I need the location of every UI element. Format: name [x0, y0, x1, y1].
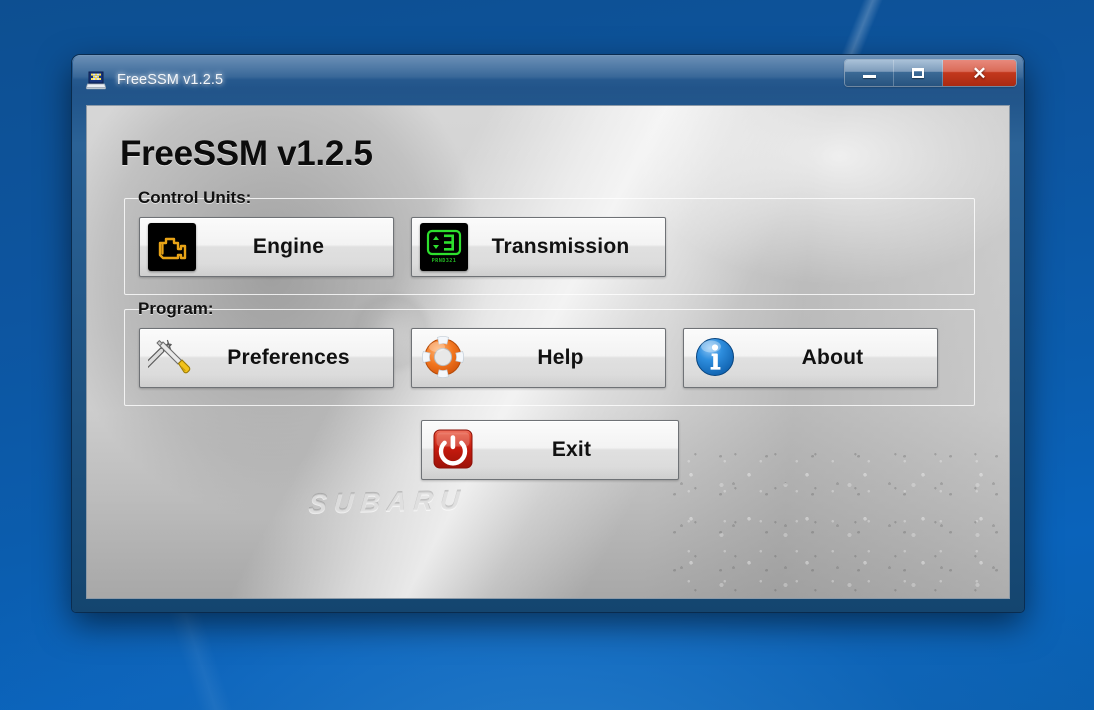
life-ring-icon: [420, 334, 468, 382]
help-button[interactable]: Help: [411, 328, 666, 388]
computer-checkered-icon: [85, 69, 107, 91]
maximize-icon: [912, 68, 924, 78]
info-circle-icon: [692, 334, 740, 382]
close-icon: ✕: [972, 63, 987, 83]
application-window: FreeSSM v1.2.5 ✕ SUBARU FreeSSM v1.2.5 C…: [72, 55, 1024, 612]
gear-indicator-icon: PRND321: [420, 223, 468, 271]
group-control-units-title: Control Units:: [138, 188, 252, 207]
desktop-background: FreeSSM v1.2.5 ✕ SUBARU FreeSSM v1.2.5 C…: [0, 0, 1094, 710]
help-button-label: Help: [537, 346, 584, 369]
transmission-button[interactable]: PRND321 Transmission: [411, 217, 666, 277]
group-program-title: Program:: [138, 299, 214, 318]
title-bar[interactable]: FreeSSM v1.2.5 ✕: [72, 55, 1024, 105]
window-controls: ✕: [845, 60, 1016, 86]
page-title: FreeSSM v1.2.5: [120, 134, 373, 173]
close-button[interactable]: ✕: [943, 60, 1016, 86]
window-client-area: SUBARU FreeSSM v1.2.5 Control Units: Eng…: [86, 105, 1010, 599]
wrench-screwdriver-icon: [148, 334, 196, 382]
check-engine-light-icon: [148, 223, 196, 271]
group-control-units: Control Units: Engine PRND321 Transmissi…: [124, 188, 975, 295]
svg-text:PRND321: PRND321: [432, 258, 457, 264]
about-button[interactable]: About: [683, 328, 938, 388]
minimize-icon: [862, 75, 876, 78]
exit-row: Exit: [120, 420, 979, 480]
minimize-button[interactable]: [845, 60, 894, 86]
window-title: FreeSSM v1.2.5: [117, 72, 224, 88]
engine-button-label: Engine: [252, 235, 325, 258]
exit-button[interactable]: Exit: [420, 420, 679, 480]
exit-button-label: Exit: [551, 438, 592, 461]
group-program: Program: Preferences Help About: [124, 299, 975, 406]
transmission-button-label: Transmission: [491, 235, 630, 258]
power-icon: [430, 426, 478, 474]
about-button-label: About: [801, 346, 864, 369]
preferences-button-label: Preferences: [227, 346, 350, 369]
engine-button[interactable]: Engine: [139, 217, 394, 277]
preferences-button[interactable]: Preferences: [139, 328, 394, 388]
maximize-button[interactable]: [894, 60, 943, 86]
